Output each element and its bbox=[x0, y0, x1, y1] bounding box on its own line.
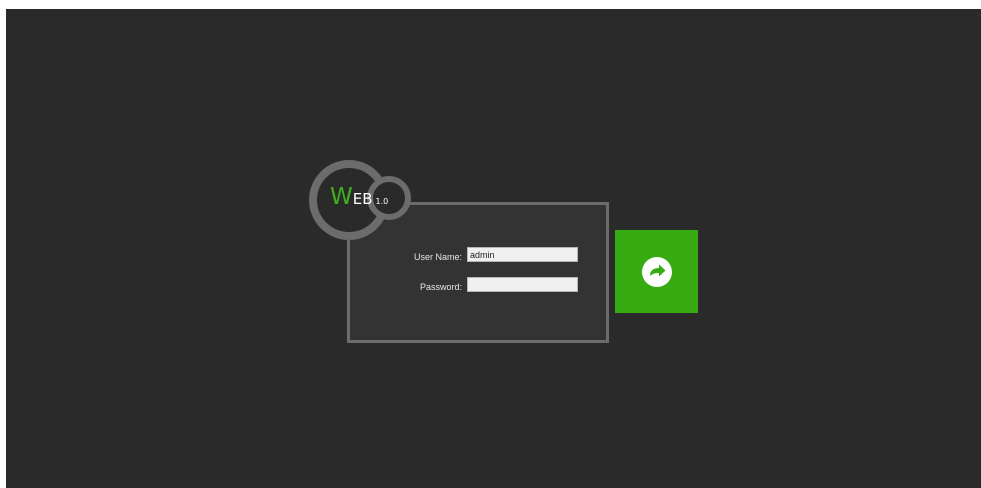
web-logo: WEB 1.0 bbox=[330, 182, 388, 212]
logo-initial: W bbox=[330, 184, 353, 210]
password-input[interactable] bbox=[467, 277, 578, 292]
arrow-right-circle-icon bbox=[642, 257, 672, 287]
username-label: User Name: bbox=[413, 252, 462, 262]
password-label: Password: bbox=[419, 282, 462, 292]
logo-version: 1.0 bbox=[375, 197, 389, 206]
login-button[interactable] bbox=[615, 230, 698, 313]
logo-name: EB bbox=[352, 190, 373, 208]
username-input[interactable] bbox=[467, 247, 578, 262]
login-panel bbox=[347, 202, 609, 343]
